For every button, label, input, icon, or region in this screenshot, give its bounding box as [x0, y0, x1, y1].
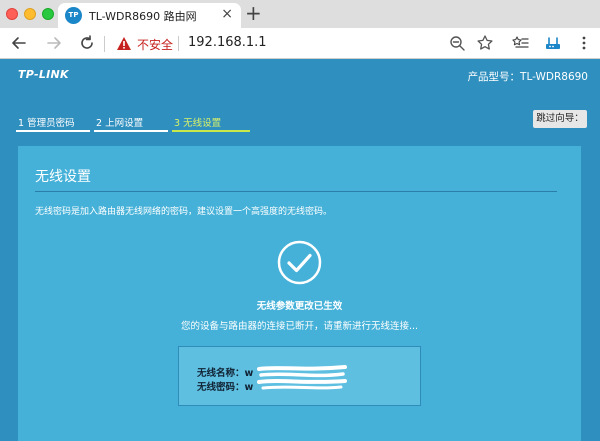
browser-tab[interactable]: TP TL-WDR8690 路由网 ×	[58, 3, 241, 28]
password-value: w	[244, 382, 254, 393]
success-check-icon	[277, 240, 322, 285]
window-zoom-button[interactable]	[42, 8, 54, 20]
back-arrow-icon[interactable]	[10, 34, 28, 52]
tab-title: TL-WDR8690 路由网	[89, 10, 197, 23]
browser-tab-bar: TP TL-WDR8690 路由网 × +	[0, 0, 600, 28]
step-progress-bar-1	[16, 130, 90, 132]
toolbar-divider	[104, 36, 105, 52]
product-model: 产品型号：TL-WDR8690	[467, 71, 588, 83]
window-minimize-button[interactable]	[24, 8, 36, 20]
forward-arrow-icon[interactable]	[45, 34, 63, 52]
reload-icon[interactable]	[78, 34, 96, 52]
favorites-list-icon[interactable]	[512, 34, 530, 52]
address-bar-url[interactable]: 192.168.1.1	[188, 35, 267, 50]
not-secure-label[interactable]: 不安全	[137, 36, 173, 53]
tp-link-favicon-icon: TP	[65, 7, 82, 24]
step-internet-settings: 2 上网设置	[96, 118, 144, 129]
status-subtitle: 您的设备与路由器的连接已断开，请重新进行无线连接...	[180, 321, 419, 332]
ssid-label: 无线名称：	[197, 368, 245, 379]
password-label: 无线密码：	[197, 382, 245, 393]
address-divider	[178, 36, 179, 51]
router-extension-icon[interactable]	[544, 34, 562, 52]
router-setup-page: TP-LINK 产品型号：TL-WDR8690 1 管理员密码 2 上网设置 3…	[0, 60, 600, 441]
window-close-button[interactable]	[6, 8, 18, 20]
panel-title: 无线设置	[35, 169, 91, 185]
panel-divider	[35, 191, 557, 192]
skip-wizard-button[interactable]: 跳过向导：	[533, 110, 587, 128]
favorite-star-icon[interactable]	[476, 34, 494, 52]
wireless-settings-panel: 无线设置 无线密码是加入路由器无线网络的密码，建议设置一个高强度的无线密码。 无…	[18, 146, 581, 441]
step-progress-bar-3-active	[172, 130, 250, 132]
ssid-row: 无线名称：w	[197, 365, 253, 379]
step-progress-bar-2	[94, 130, 168, 132]
password-row: 无线密码：w	[197, 379, 253, 393]
step-wireless-settings: 3 无线设置	[174, 118, 222, 129]
status-title: 无线参数更改已生效	[256, 301, 343, 312]
ssid-value: w	[244, 368, 254, 379]
browser-toolbar: 不安全 192.168.1.1	[0, 28, 600, 59]
wireless-info-box: 无线名称：w 无线密码：w	[178, 346, 421, 406]
warning-triangle-icon[interactable]	[116, 36, 132, 51]
panel-description: 无线密码是加入路由器无线网络的密码，建议设置一个高强度的无线密码。	[35, 207, 333, 217]
new-tab-button[interactable]: +	[245, 1, 262, 25]
redaction-scribble	[257, 365, 347, 390]
step-admin-password: 1 管理员密码	[18, 118, 75, 129]
tab-close-icon[interactable]: ×	[221, 6, 233, 22]
more-menu-icon[interactable]	[575, 34, 593, 52]
tp-link-logo: TP-LINK	[18, 68, 69, 81]
zoom-out-icon[interactable]	[448, 34, 466, 52]
